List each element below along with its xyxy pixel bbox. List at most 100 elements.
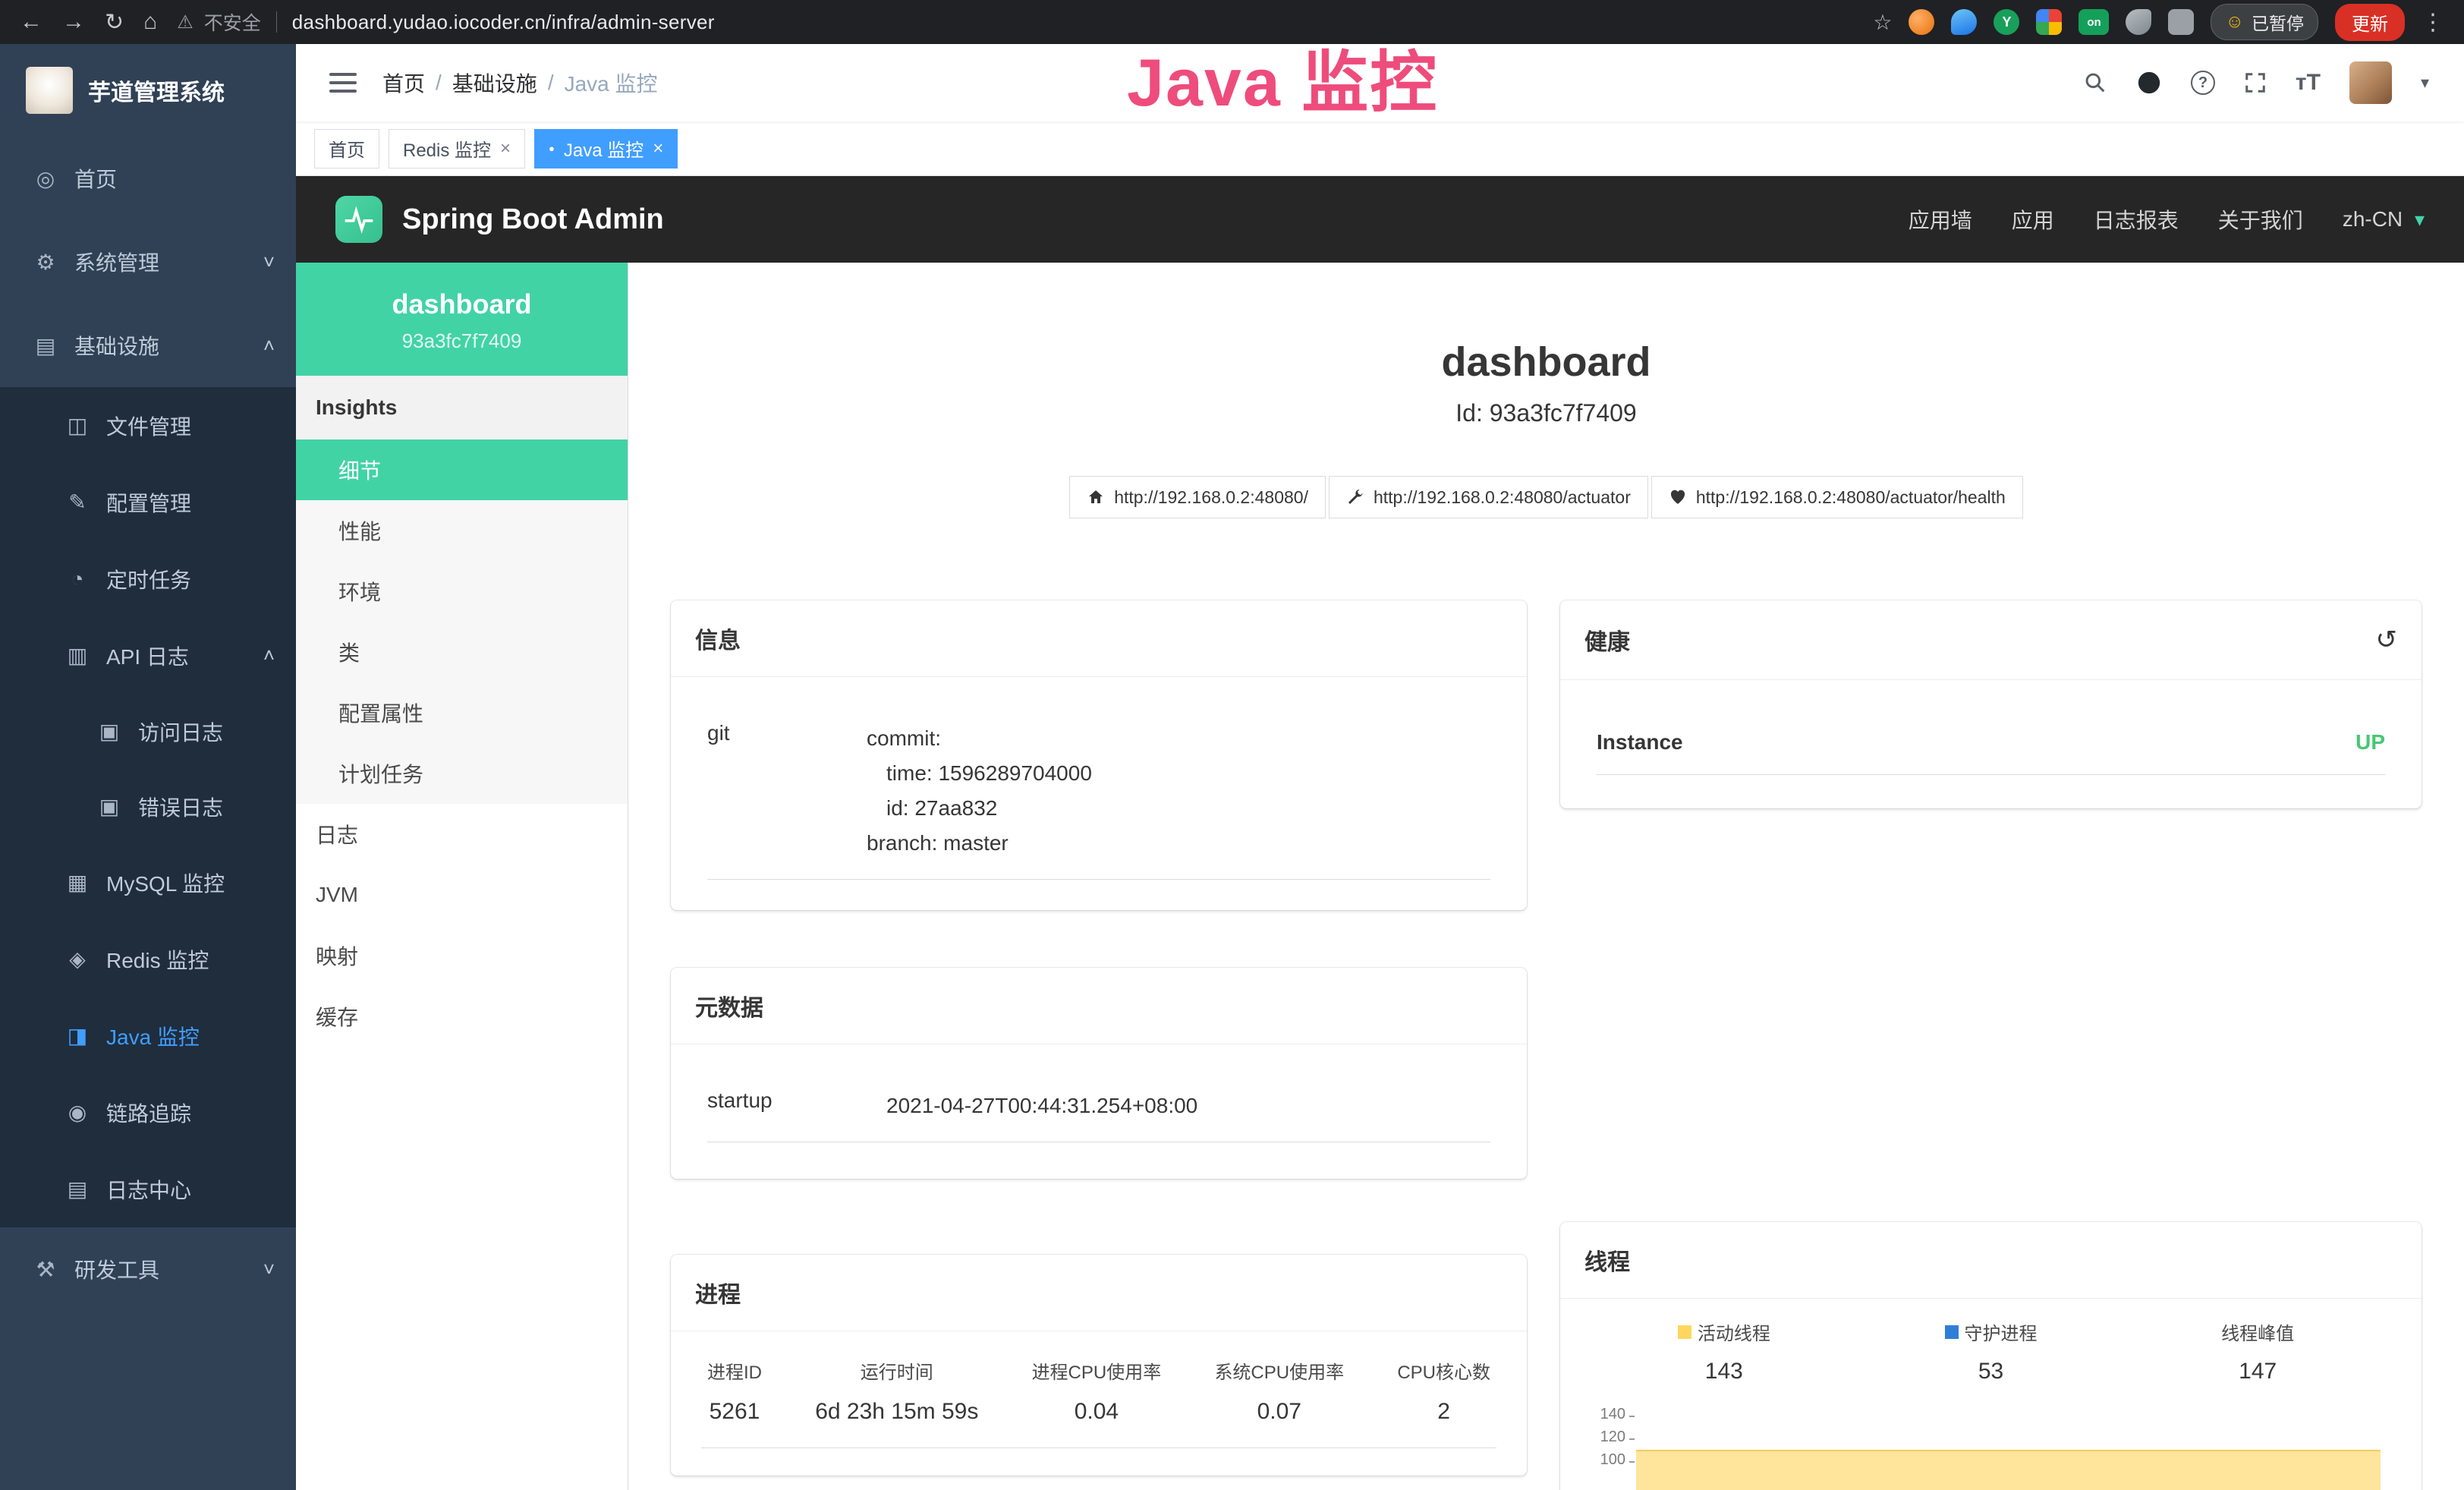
- history-icon[interactable]: ↺: [2376, 625, 2398, 655]
- caret-down-icon: ▾: [2421, 73, 2429, 93]
- active-threads-area: [1636, 1450, 2381, 1490]
- metadata-card-header: 元数据: [671, 968, 1527, 1044]
- sidebar-item-system[interactable]: ⚙ 系统管理 ˅: [0, 220, 296, 304]
- cards-grid: 信息 git commit: time: 1596289704000 id: 2: [628, 600, 2464, 1490]
- breadcrumb-current: Java 监控: [565, 68, 658, 98]
- sba-item-environment[interactable]: 环境: [296, 561, 628, 622]
- sba-item-metrics[interactable]: 性能: [296, 500, 628, 561]
- profile-paused-badge[interactable]: ☺ 已暂停: [2211, 4, 2318, 40]
- process-metric: CPU核心数 2: [1397, 1357, 1490, 1425]
- smiley-icon: ☺: [2225, 11, 2244, 33]
- forward-icon[interactable]: →: [62, 9, 85, 35]
- sba-item-details[interactable]: 细节: [296, 439, 628, 500]
- sba-nav-applications[interactable]: 应用: [2012, 204, 2054, 235]
- bookmark-star-icon[interactable]: ☆: [1873, 10, 1892, 35]
- sidebar-item-label: 研发工具: [74, 1254, 159, 1284]
- chrome-update-button[interactable]: 更新: [2335, 4, 2405, 41]
- sidebar-item-infrastructure[interactable]: ▤ 基础设施 ˄: [0, 304, 296, 387]
- close-icon[interactable]: ×: [500, 138, 511, 159]
- metric-value: 0.07: [1214, 1399, 1344, 1425]
- sba-item-scheduled-tasks[interactable]: 计划任务: [296, 743, 628, 804]
- git-branch-line: branch: master: [867, 826, 1092, 861]
- extension-icon[interactable]: [1909, 9, 1934, 35]
- back-icon[interactable]: ←: [20, 9, 42, 35]
- extension-on-badge-icon[interactable]: on: [2079, 9, 2109, 35]
- sidebar-item-redis-monitor[interactable]: ◈ Redis 监控: [0, 921, 296, 997]
- sidebar-item-tracing[interactable]: ◉ 链路追踪: [0, 1074, 296, 1151]
- link-label: http://192.168.0.2:48080/: [1114, 487, 1308, 508]
- tab-redis-monitor[interactable]: Redis 监控 ×: [389, 129, 525, 169]
- sba-item-jvm[interactable]: JVM: [296, 865, 628, 925]
- sidebar-item-java-monitor[interactable]: ◨ Java 监控: [0, 997, 296, 1074]
- infrastructure-icon: ▤: [32, 333, 59, 358]
- sidebar-item-file-management[interactable]: ◫ 文件管理: [0, 387, 296, 464]
- sba-nav-journal[interactable]: 日志报表: [2094, 204, 2179, 235]
- health-card: 健康 ↺ Instance UP: [1560, 600, 2422, 808]
- sba-item-classes[interactable]: 类: [296, 622, 628, 682]
- log-center-icon: ▤: [64, 1177, 91, 1202]
- home-icon[interactable]: ⌂: [143, 9, 157, 35]
- log-icon: ▥: [64, 643, 91, 668]
- tab-java-monitor[interactable]: ● Java 监控 ×: [534, 129, 678, 169]
- sba-item-config-props[interactable]: 配置属性: [296, 682, 628, 743]
- user-avatar[interactable]: [2349, 61, 2392, 104]
- address-bar[interactable]: ⚠ 不安全 dashboard.yudao.iocoder.cn/infra/a…: [177, 8, 1853, 36]
- sba-item-caches[interactable]: 缓存: [296, 986, 628, 1047]
- sidebar-item-dev-tools[interactable]: ⚒ 研发工具 ˅: [0, 1227, 296, 1311]
- app-logo[interactable]: 芋道管理系统: [0, 44, 296, 137]
- sidebar-item-api-logs[interactable]: ▥ API 日志 ˄: [0, 617, 296, 694]
- card-title: 健康: [1584, 623, 1630, 657]
- extension-icon[interactable]: [1951, 9, 1977, 35]
- legend-value: 53: [1858, 1359, 2125, 1384]
- sidebar-item-access-logs[interactable]: ▣ 访问日志: [0, 694, 296, 769]
- sidebar-item-label: 错误日志: [138, 792, 223, 822]
- row-value: 2021-04-27T00:44:31.254+08:00: [886, 1088, 1197, 1123]
- hamburger-icon[interactable]: [329, 73, 357, 93]
- text-size-icon[interactable]: тT: [2296, 70, 2321, 96]
- instance-header[interactable]: dashboard 93a3fc7f7409: [296, 263, 628, 376]
- sba-item-logs[interactable]: 日志: [296, 804, 628, 865]
- metric-label: CPU核心数: [1397, 1357, 1490, 1384]
- metadata-row-startup: startup 2021-04-27T00:44:31.254+08:00: [707, 1066, 1490, 1142]
- help-icon[interactable]: ?: [2191, 71, 2215, 95]
- extension-icon[interactable]: [2126, 9, 2151, 35]
- sidebar-item-home[interactable]: ◎ 首页: [0, 137, 296, 220]
- sba-logo-icon[interactable]: [335, 196, 382, 243]
- close-icon[interactable]: ×: [653, 138, 663, 159]
- breadcrumb-home[interactable]: 首页: [382, 68, 425, 98]
- fullscreen-icon[interactable]: [2244, 71, 2267, 94]
- sidebar-item-log-center[interactable]: ▤ 日志中心: [0, 1151, 296, 1227]
- sidebar-item-label: 定时任务: [106, 564, 191, 594]
- sidebar-item-config-management[interactable]: ✎ 配置管理: [0, 464, 296, 540]
- card-title: 信息: [695, 622, 741, 655]
- reload-icon[interactable]: ↻: [105, 9, 124, 36]
- process-metrics-row: 进程ID 5261 运行时间 6d 23h 15m 59s: [701, 1354, 1496, 1448]
- caret-down-icon: ▾: [2415, 208, 2425, 231]
- tools-icon: ⚒: [32, 1257, 59, 1282]
- breadcrumb-section[interactable]: 基础设施: [452, 68, 537, 98]
- extensions-puzzle-icon[interactable]: [2168, 9, 2194, 35]
- sidebar-item-error-logs[interactable]: ▣ 错误日志: [0, 769, 296, 844]
- actuator-url-link[interactable]: http://192.168.0.2:48080/actuator: [1329, 476, 1648, 518]
- sba-nav-about[interactable]: 关于我们: [2218, 204, 2303, 235]
- service-url-link[interactable]: http://192.168.0.2:48080/: [1069, 476, 1326, 518]
- health-url-link[interactable]: http://192.168.0.2:48080/actuator/health: [1651, 476, 2023, 518]
- sidebar-item-label: Java 监控: [106, 1021, 200, 1051]
- chrome-menu-icon[interactable]: ⋮: [2422, 9, 2444, 36]
- sba-brand[interactable]: Spring Boot Admin: [402, 203, 664, 236]
- metric-label: 进程CPU使用率: [1032, 1357, 1162, 1384]
- sba-locale-select[interactable]: zh-CN ▾: [2343, 207, 2425, 232]
- sidebar-item-scheduled-tasks[interactable]: ◔ 定时任务: [0, 540, 296, 617]
- sba-item-mappings[interactable]: 映射: [296, 925, 628, 986]
- sba-nav-wallboard[interactable]: 应用墙: [1909, 204, 1972, 235]
- legend-label: 守护进程: [1965, 1318, 2038, 1345]
- search-icon[interactable]: [2083, 71, 2107, 95]
- extension-icon[interactable]: [2036, 9, 2062, 35]
- github-icon[interactable]: [2136, 70, 2162, 96]
- error-log-icon: ▣: [96, 794, 123, 819]
- extension-icon[interactable]: Y: [1994, 9, 2019, 35]
- tab-home[interactable]: 首页: [314, 129, 379, 169]
- insights-label: Insights: [296, 376, 628, 439]
- sidebar-item-mysql-monitor[interactable]: ▦ MySQL 监控: [0, 844, 296, 921]
- breadcrumb: 首页 / 基础设施 / Java 监控: [382, 68, 658, 98]
